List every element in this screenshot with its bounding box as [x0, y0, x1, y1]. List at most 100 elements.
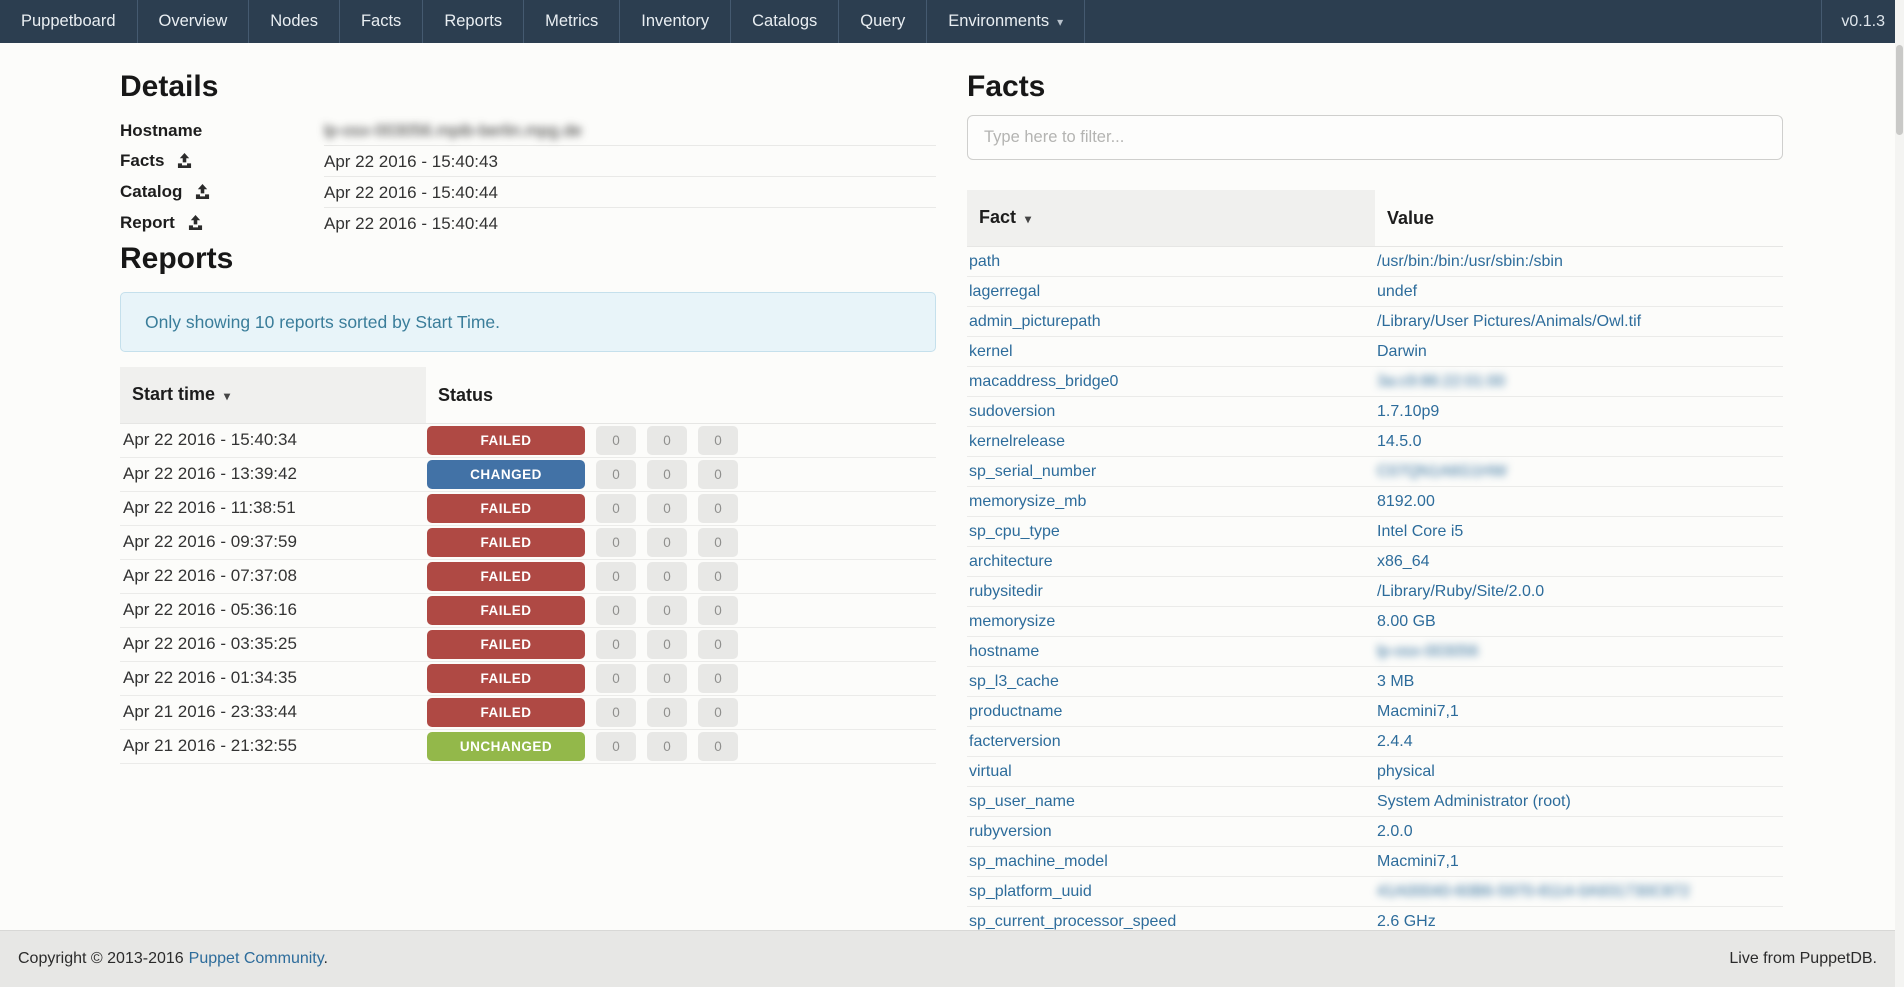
report-start-time: Apr 22 2016 - 11:38:51 — [120, 491, 426, 525]
fact-name-link[interactable]: sp_current_processor_speed — [969, 913, 1176, 930]
fact-value-link[interactable]: 41A00040-60B6-5970-8114-0A931730C872 — [1377, 883, 1690, 900]
fact-value-link[interactable]: physical — [1377, 763, 1435, 780]
puppet-community-link[interactable]: Puppet Community — [189, 950, 324, 967]
report-status-group: FAILED000 — [427, 528, 935, 557]
fact-name-link[interactable]: path — [969, 253, 1000, 270]
column-header-value[interactable]: Value — [1375, 190, 1783, 247]
report-status-group: FAILED000 — [427, 698, 935, 727]
report-counter: 0 — [647, 426, 687, 455]
report-counter: 0 — [698, 426, 738, 455]
fact-value-link[interactable]: Intel Core i5 — [1377, 523, 1463, 540]
fact-value-link[interactable]: 14.5.0 — [1377, 433, 1421, 450]
nav-item-catalogs[interactable]: Catalogs — [731, 0, 839, 43]
nav-item-facts[interactable]: Facts — [340, 0, 423, 43]
report-counter: 0 — [698, 460, 738, 489]
fact-value-cell: /Library/Ruby/Site/2.0.0 — [1375, 577, 1783, 607]
nav-brand-puppetboard[interactable]: Puppetboard — [0, 0, 138, 43]
fact-value-link[interactable]: Macmini7,1 — [1377, 703, 1459, 720]
report-status-cell: FAILED000 — [426, 593, 936, 627]
facts-title: Facts — [967, 72, 1783, 102]
fact-name-link[interactable]: rubysitedir — [969, 583, 1043, 600]
fact-value-link[interactable]: Macmini7,1 — [1377, 853, 1459, 870]
fact-row: path/usr/bin:/bin:/usr/sbin:/sbin — [967, 247, 1783, 277]
nav-item-query[interactable]: Query — [839, 0, 927, 43]
fact-value-cell: physical — [1375, 757, 1783, 787]
fact-name-link[interactable]: sp_serial_number — [969, 463, 1096, 480]
fact-value-cell: x86_64 — [1375, 547, 1783, 577]
fact-name-cell: kernel — [967, 337, 1375, 367]
fact-row: rubysitedir/Library/Ruby/Site/2.0.0 — [967, 577, 1783, 607]
fact-value-cell: lp-osx-003056 — [1375, 637, 1783, 667]
upload-icon[interactable] — [188, 215, 203, 234]
fact-value-link[interactable]: /Library/Ruby/Site/2.0.0 — [1377, 583, 1544, 600]
nav-item-metrics[interactable]: Metrics — [524, 0, 620, 43]
fact-value-link[interactable]: 8192.00 — [1377, 493, 1435, 510]
fact-value-link[interactable]: lp-osx-003056 — [1377, 643, 1478, 660]
detail-value-text: Apr 22 2016 - 15:40:44 — [324, 214, 498, 233]
report-status-group: UNCHANGED000 — [427, 732, 935, 761]
fact-value-cell: System Administrator (root) — [1375, 787, 1783, 817]
report-counter: 0 — [698, 698, 738, 727]
fact-name-link[interactable]: rubyversion — [969, 823, 1052, 840]
fact-name-cell: memorysize_mb — [967, 487, 1375, 517]
report-counter: 0 — [647, 732, 687, 761]
fact-value-link[interactable]: System Administrator (root) — [1377, 793, 1571, 810]
fact-name-link[interactable]: sp_cpu_type — [969, 523, 1060, 540]
nav-item-overview[interactable]: Overview — [138, 0, 250, 43]
details-row: ReportApr 22 2016 - 15:40:44 — [120, 208, 936, 239]
fact-name-link[interactable]: macaddress_bridge0 — [969, 373, 1118, 390]
fact-name-link[interactable]: sp_platform_uuid — [969, 883, 1092, 900]
status-badge: FAILED — [427, 596, 585, 625]
fact-name-link[interactable]: lagerregal — [969, 283, 1040, 300]
report-start-time: Apr 21 2016 - 21:32:55 — [120, 729, 426, 763]
nav-item-reports[interactable]: Reports — [423, 0, 524, 43]
report-counter: 0 — [596, 460, 636, 489]
fact-name-link[interactable]: memorysize_mb — [969, 493, 1086, 510]
fact-value-link[interactable]: undef — [1377, 283, 1417, 300]
fact-row: admin_picturepath/Library/User Pictures/… — [967, 307, 1783, 337]
fact-name-link[interactable]: hostname — [969, 643, 1039, 660]
fact-value-link[interactable]: /Library/User Pictures/Animals/Owl.tif — [1377, 313, 1641, 330]
reports-info-alert: Only showing 10 reports sorted by Start … — [120, 292, 936, 352]
fact-name-cell: rubyversion — [967, 817, 1375, 847]
column-header-fact[interactable]: Fact▾ — [967, 190, 1375, 247]
scrollbar-track[interactable] — [1895, 0, 1904, 987]
fact-value-link[interactable]: 1.7.10p9 — [1377, 403, 1439, 420]
chevron-down-icon: ▾ — [1057, 15, 1063, 29]
fact-name-link[interactable]: admin_picturepath — [969, 313, 1101, 330]
column-header-start-time[interactable]: Start time▾ — [120, 367, 426, 424]
upload-icon[interactable] — [177, 153, 192, 172]
fact-value-link[interactable]: /usr/bin:/bin:/usr/sbin:/sbin — [1377, 253, 1563, 270]
fact-value-link[interactable]: C07QN1A6G1HW — [1377, 463, 1507, 480]
fact-name-link[interactable]: sudoversion — [969, 403, 1055, 420]
fact-name-link[interactable]: sp_machine_model — [969, 853, 1108, 870]
fact-value-link[interactable]: 8.00 GB — [1377, 613, 1436, 630]
fact-name-link[interactable]: facterversion — [969, 733, 1061, 750]
upload-icon[interactable] — [195, 184, 210, 203]
fact-value-link[interactable]: 2.0.0 — [1377, 823, 1413, 840]
fact-value-link[interactable]: Darwin — [1377, 343, 1427, 360]
fact-name-link[interactable]: architecture — [969, 553, 1053, 570]
fact-value-link[interactable]: 3a:c9:86:22:01:00 — [1377, 373, 1505, 390]
sort-desc-icon: ▾ — [1025, 212, 1031, 226]
nav-item-inventory[interactable]: Inventory — [620, 0, 731, 43]
fact-name-link[interactable]: kernelrelease — [969, 433, 1065, 450]
fact-name-link[interactable]: productname — [969, 703, 1062, 720]
fact-name-link[interactable]: sp_user_name — [969, 793, 1075, 810]
fact-value-link[interactable]: 2.4.4 — [1377, 733, 1413, 750]
fact-value-link[interactable]: 3 MB — [1377, 673, 1414, 690]
detail-value: Apr 22 2016 - 15:40:43 — [324, 146, 936, 177]
fact-name-link[interactable]: kernel — [969, 343, 1013, 360]
nav-item-environments[interactable]: Environments ▾ — [927, 0, 1085, 43]
facts-table: Fact▾ Value path/usr/bin:/bin:/usr/sbin:… — [967, 190, 1783, 937]
fact-value-link[interactable]: x86_64 — [1377, 553, 1430, 570]
scrollbar-thumb[interactable] — [1896, 45, 1903, 135]
fact-name-link[interactable]: virtual — [969, 763, 1012, 780]
fact-value-link[interactable]: 2.6 GHz — [1377, 913, 1436, 930]
nav-item-nodes[interactable]: Nodes — [249, 0, 340, 43]
facts-filter-input[interactable] — [967, 115, 1783, 160]
fact-name-link[interactable]: memorysize — [969, 613, 1055, 630]
fact-name-link[interactable]: sp_l3_cache — [969, 673, 1059, 690]
detail-value: Apr 22 2016 - 15:40:44 — [324, 177, 936, 208]
column-header-status[interactable]: Status — [426, 367, 936, 424]
